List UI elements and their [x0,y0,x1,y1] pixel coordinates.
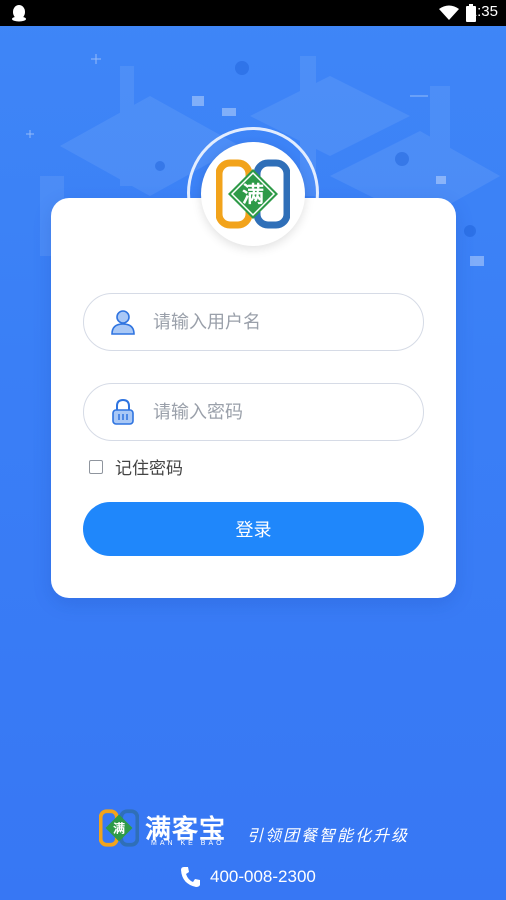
qq-penguin-icon [12,5,26,22]
status-time: 1:35 [468,3,498,20]
manke-logo-icon: 满 [216,159,290,229]
brand-pinyin: MAN KE BAO [151,840,225,847]
remember-password[interactable]: 记住密码 [89,454,183,479]
login-button[interactable]: 登录 [83,502,424,556]
username-field[interactable] [83,293,424,351]
brand-slogan: 引领团餐智能化升级 [247,826,410,845]
footer-logo-mark: 满 [113,821,125,835]
wifi-icon [439,5,459,20]
footer-logo-icon: 满 [99,809,139,847]
password-input[interactable] [153,401,423,423]
phone-number: 400-008-2300 [210,867,316,886]
lock-icon [112,399,134,425]
user-icon [111,310,135,335]
status-bar: 1:35 [0,0,506,26]
app-logo: 满 [201,142,305,246]
phone-icon [181,867,200,887]
remember-label: 记住密码 [115,459,183,479]
footer-brand: 满 满客宝 MAN KE BAO 引领团餐智能化升级 [99,807,419,851]
remember-checkbox[interactable] [89,459,103,474]
contact-phone[interactable]: 400-008-2300 [180,866,316,888]
password-field[interactable] [83,383,424,441]
logo-mark-text: 满 [242,183,264,208]
username-input[interactable] [153,311,423,333]
